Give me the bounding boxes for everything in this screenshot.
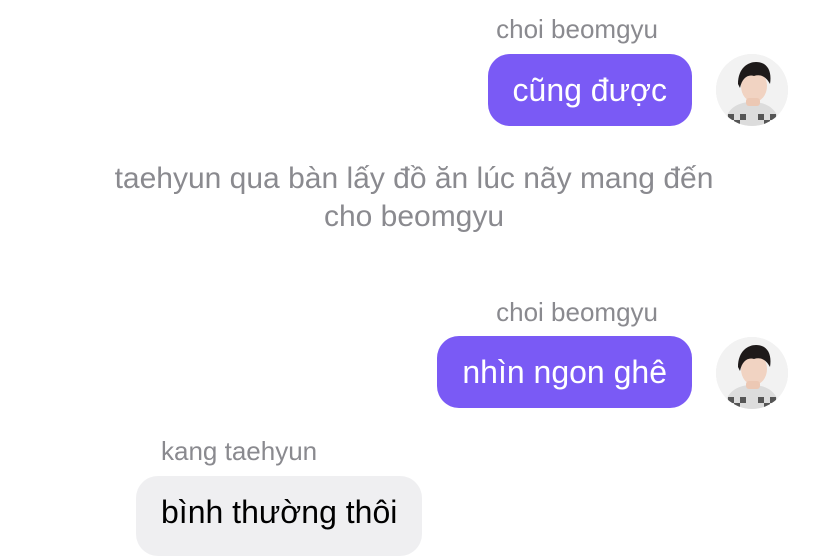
message-bubble-received[interactable]: bình thường thôi	[136, 476, 423, 556]
sender-name: kang taehyun	[161, 436, 318, 466]
avatar[interactable]	[716, 337, 788, 409]
message-bubble-sent[interactable]: cũng được	[487, 54, 692, 126]
sender-name: choi beomgyu	[496, 297, 658, 327]
avatar[interactable]	[716, 54, 788, 126]
narration-text: taehyun qua bàn lấy đồ ăn lúc nãy mang đ…	[114, 162, 714, 233]
message-bubble-sent[interactable]: nhìn ngon ghê	[437, 336, 692, 408]
sender-name: choi beomgyu	[496, 14, 658, 44]
user-avatar-icon	[716, 54, 788, 126]
user-avatar-icon	[716, 337, 788, 409]
